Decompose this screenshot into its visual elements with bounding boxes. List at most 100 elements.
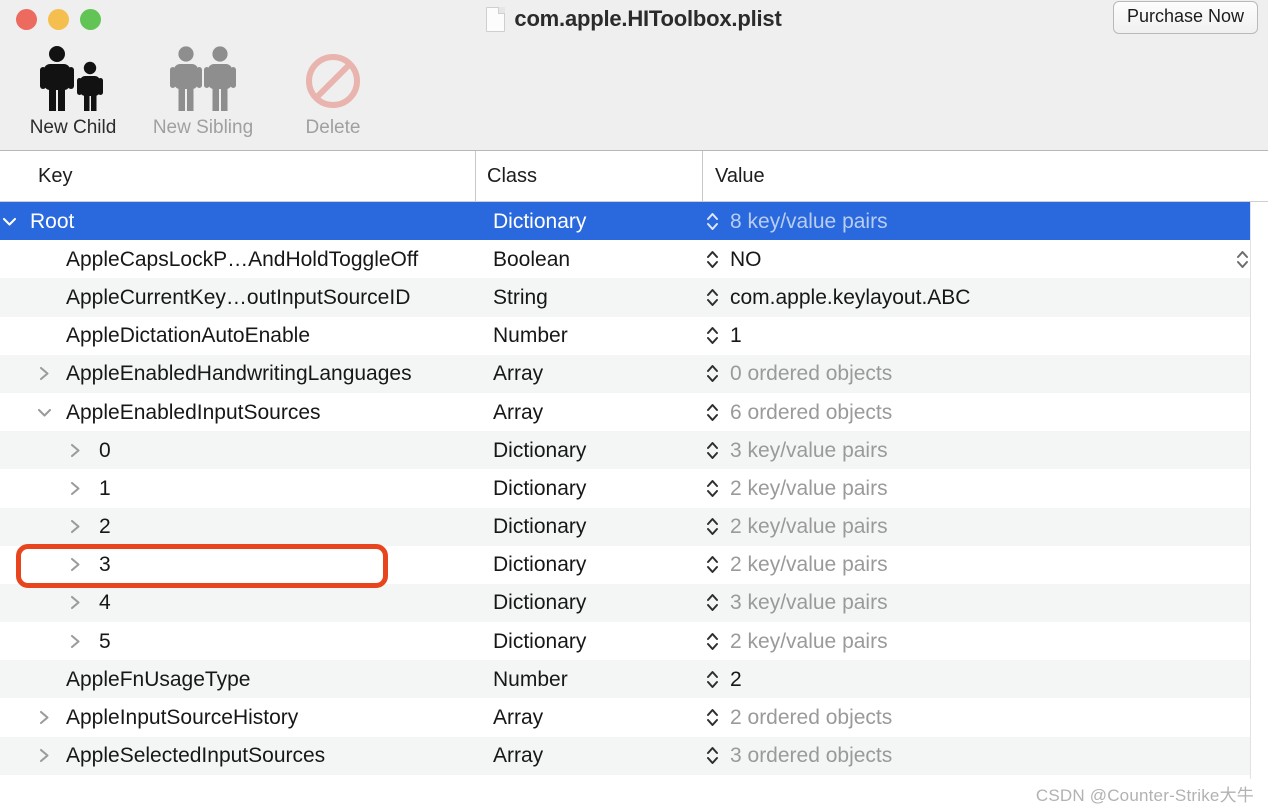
- table-row[interactable]: 2 Dictionary 2 key/value pairs: [0, 507, 1268, 546]
- table-row[interactable]: 0 Dictionary 3 key/value pairs: [0, 431, 1268, 470]
- value-label: 6 ordered objects: [730, 400, 893, 424]
- cell-value[interactable]: 8 key/value pairs: [702, 202, 1250, 240]
- chevron-right-icon[interactable]: [66, 584, 84, 622]
- cell-value[interactable]: 1: [702, 317, 1250, 355]
- chevron-right-icon[interactable]: [35, 698, 53, 736]
- table-row[interactable]: 1 Dictionary 2 key/value pairs: [0, 469, 1268, 508]
- table-row[interactable]: AppleInputSourceHistory Array 2 ordered ob…: [0, 698, 1268, 737]
- chevron-right-icon[interactable]: [66, 508, 84, 546]
- chevron-right-icon[interactable]: [35, 355, 53, 393]
- table-row[interactable]: AppleFnUsageType Number 2: [0, 660, 1268, 699]
- cell-value[interactable]: 0 ordered objects: [702, 355, 1250, 393]
- table-row[interactable]: AppleDictationAutoEnable Number 1: [0, 316, 1268, 355]
- cell-value[interactable]: 2 key/value pairs: [702, 469, 1250, 507]
- boolean-popup-arrows-icon[interactable]: [1234, 240, 1250, 278]
- table-row[interactable]: AppleSelectedInputSources Array 3 ordered …: [0, 736, 1268, 775]
- cell-key: 3: [0, 546, 475, 584]
- cell-class[interactable]: Dictionary: [475, 546, 702, 584]
- vertical-scrollbar[interactable]: [1250, 202, 1268, 812]
- value-stepper-icon[interactable]: [702, 355, 722, 393]
- column-header-class[interactable]: Class: [475, 151, 702, 201]
- value-stepper-icon[interactable]: [702, 584, 722, 622]
- cell-value[interactable]: 3 key/value pairs: [702, 584, 1250, 622]
- cell-class[interactable]: Array: [475, 698, 702, 736]
- class-label: Dictionary: [493, 209, 587, 233]
- cell-class[interactable]: Array: [475, 393, 702, 431]
- class-label: Dictionary: [493, 629, 587, 653]
- close-window-button[interactable]: [16, 8, 37, 30]
- value-stepper-icon[interactable]: [702, 508, 722, 546]
- cell-class[interactable]: Array: [475, 737, 702, 775]
- value-label: 3 key/value pairs: [730, 438, 888, 462]
- minimize-window-button[interactable]: [48, 8, 69, 30]
- maximize-window-button[interactable]: [80, 8, 101, 30]
- column-header-key[interactable]: Key: [0, 151, 475, 201]
- value-stepper-icon[interactable]: [702, 469, 722, 507]
- value-stepper-icon[interactable]: [702, 698, 722, 736]
- table-row[interactable]: AppleCurrentKey…outInputSourceID String co…: [0, 278, 1268, 317]
- chevron-right-icon[interactable]: [66, 622, 84, 660]
- cell-value[interactable]: 6 ordered objects: [702, 393, 1250, 431]
- cell-value[interactable]: com.apple.keylayout.ABC: [702, 278, 1250, 316]
- cell-class[interactable]: Boolean: [475, 240, 702, 278]
- value-stepper-icon[interactable]: [702, 240, 722, 278]
- chevron-right-icon[interactable]: [66, 546, 84, 584]
- table-row[interactable]: AppleEnabledHandwritingLanguages Array 0 o…: [0, 354, 1268, 393]
- cell-value[interactable]: 2: [702, 660, 1250, 698]
- class-label: Array: [493, 706, 544, 730]
- value-stepper-icon[interactable]: [702, 317, 722, 355]
- cell-key: 0: [0, 431, 475, 469]
- cell-value[interactable]: 3 ordered objects: [702, 737, 1250, 775]
- cell-value[interactable]: 2 key/value pairs: [702, 546, 1250, 584]
- cell-class[interactable]: Dictionary: [475, 202, 702, 240]
- cell-value[interactable]: NO: [702, 240, 1250, 278]
- cell-value[interactable]: 3 key/value pairs: [702, 431, 1250, 469]
- cell-class[interactable]: Dictionary: [475, 431, 702, 469]
- cell-class[interactable]: String: [475, 278, 702, 316]
- new-child-button[interactable]: New Child: [8, 38, 138, 138]
- class-label: Dictionary: [493, 438, 587, 462]
- key-label: 1: [99, 476, 111, 500]
- value-stepper-icon[interactable]: [702, 737, 722, 775]
- cell-class[interactable]: Number: [475, 317, 702, 355]
- table-row[interactable]: 3 Dictionary 2 key/value pairs: [0, 545, 1268, 584]
- value-label: 2 key/value pairs: [730, 515, 888, 539]
- value-stepper-icon[interactable]: [702, 202, 722, 240]
- cell-class[interactable]: Dictionary: [475, 469, 702, 507]
- table-row[interactable]: AppleCapsLockP…AndHoldToggleOff Boolean NO: [0, 240, 1268, 279]
- value-stepper-icon[interactable]: [702, 393, 722, 431]
- cell-class[interactable]: Dictionary: [475, 508, 702, 546]
- value-stepper-icon[interactable]: [702, 278, 722, 316]
- column-header-value[interactable]: Value: [702, 151, 1250, 201]
- two-people-parent-child-icon: [35, 45, 111, 113]
- chevron-right-icon[interactable]: [66, 469, 84, 507]
- chevron-right-icon[interactable]: [35, 737, 53, 775]
- key-label: AppleCurrentKey…outInputSourceID: [66, 285, 411, 309]
- value-stepper-icon[interactable]: [702, 546, 722, 584]
- table-row[interactable]: AppleEnabledInputSources Array 6 ordered o…: [0, 392, 1268, 432]
- cell-key: AppleEnabledInputSources: [0, 393, 475, 431]
- value-label: 3 key/value pairs: [730, 591, 888, 615]
- cell-class[interactable]: Dictionary: [475, 584, 702, 622]
- value-label: 0 ordered objects: [730, 362, 893, 386]
- cell-value[interactable]: 2 key/value pairs: [702, 622, 1250, 660]
- value-stepper-icon[interactable]: [702, 660, 722, 698]
- table-row[interactable]: 5 Dictionary 2 key/value pairs: [0, 622, 1268, 661]
- chevron-down-icon[interactable]: [35, 393, 53, 431]
- chevron-right-icon[interactable]: [66, 431, 84, 469]
- purchase-now-button[interactable]: Purchase Now: [1112, 1, 1258, 34]
- table-row[interactable]: Root Dictionary 8 key/value pairs: [0, 202, 1268, 241]
- cell-value[interactable]: 2 key/value pairs: [702, 508, 1250, 546]
- cell-class[interactable]: Array: [475, 355, 702, 393]
- value-stepper-icon[interactable]: [702, 622, 722, 660]
- title-group: com.apple.HIToolbox.plist: [0, 0, 1268, 38]
- plist-editor-window: com.apple.HIToolbox.plist Purchase Now N…: [0, 0, 1268, 812]
- cell-class[interactable]: Dictionary: [475, 622, 702, 660]
- table-row[interactable]: 4 Dictionary 3 key/value pairs: [0, 583, 1268, 623]
- value-stepper-icon[interactable]: [702, 431, 722, 469]
- chevron-down-icon[interactable]: [0, 202, 18, 240]
- cell-class[interactable]: Number: [475, 660, 702, 698]
- delete-button[interactable]: Delete: [268, 38, 398, 138]
- new-sibling-button[interactable]: New Sibling: [138, 38, 268, 138]
- cell-value[interactable]: 2 ordered objects: [702, 698, 1250, 736]
